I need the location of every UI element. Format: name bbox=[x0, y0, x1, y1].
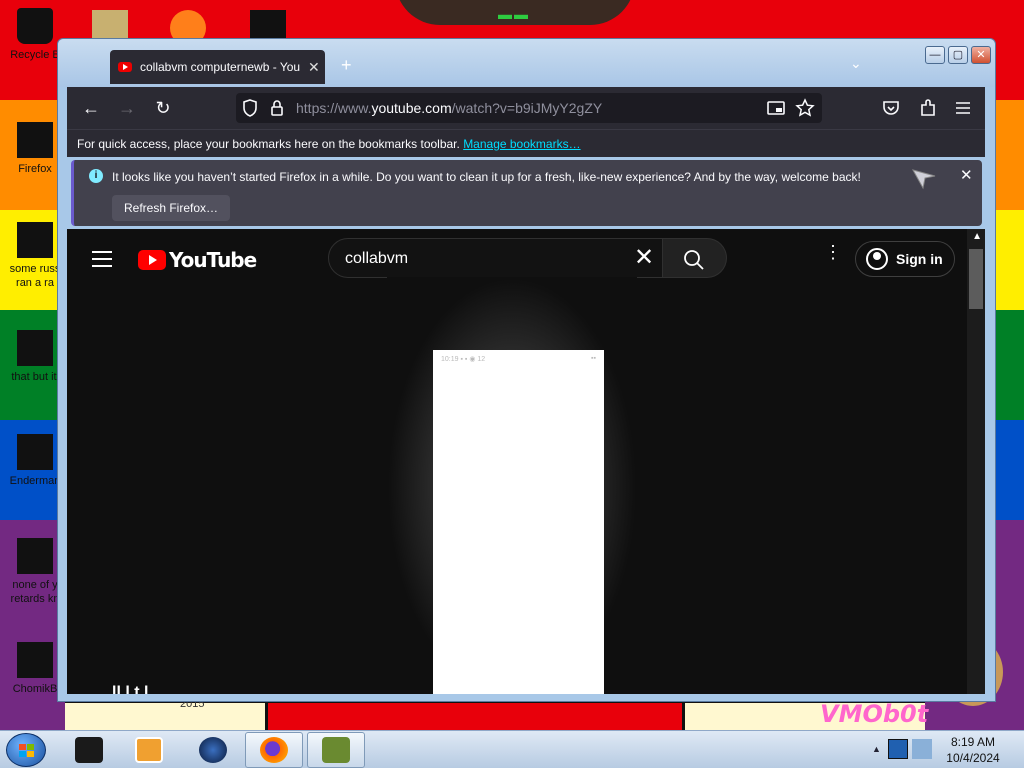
taskbar: ▲ 8:19 AM 10/4/2024 bbox=[0, 730, 1024, 768]
firefox-icon bbox=[260, 737, 288, 763]
start-button[interactable] bbox=[6, 733, 46, 767]
tab-list-button[interactable]: ⌄ bbox=[850, 55, 862, 72]
picture-in-picture-icon[interactable] bbox=[765, 97, 787, 119]
sign-in-button[interactable]: Sign in bbox=[855, 241, 955, 277]
video-frame-status: 10:19 ▪ ▪ ◉ 12 bbox=[441, 356, 486, 363]
pocket-icon[interactable] bbox=[880, 97, 902, 119]
manage-bookmarks-link[interactable]: Manage bookmarks… bbox=[463, 137, 580, 151]
extensions-icon[interactable] bbox=[917, 97, 939, 119]
windows-logo-icon bbox=[19, 744, 35, 758]
youtube-logo-text: YouTube bbox=[169, 248, 257, 272]
search-icon bbox=[684, 250, 704, 270]
page-content: YouTube collabvm ✕ ⋮ Sign in 10:19 ▪ ▪ ◉… bbox=[67, 229, 985, 694]
maximize-button[interactable]: ▢ bbox=[948, 46, 968, 64]
clock-time: 8:19 AM bbox=[950, 735, 996, 749]
clear-search-icon[interactable]: ✕ bbox=[630, 245, 658, 271]
url-bar[interactable]: https://www.youtube.com/watch?v=b9iJMyY2… bbox=[236, 93, 822, 123]
taskbar-terminal[interactable] bbox=[60, 732, 118, 768]
forward-button[interactable]: → bbox=[113, 95, 141, 121]
terminal-icon bbox=[75, 737, 103, 763]
shield-icon[interactable] bbox=[239, 97, 261, 119]
lock-icon[interactable] bbox=[266, 97, 288, 119]
minimize-button[interactable]: — bbox=[925, 46, 945, 64]
url-text: https://www.youtube.com/watch?v=b9iJMyY2… bbox=[296, 100, 603, 116]
hamburger-menu-icon[interactable] bbox=[92, 251, 112, 272]
clock-date: 10/4/2024 bbox=[946, 751, 1000, 765]
search-input[interactable]: collabvm ✕ bbox=[328, 238, 663, 278]
tab-title: collabvm computernewb - You bbox=[140, 60, 300, 74]
search-input-value: collabvm bbox=[345, 250, 409, 267]
browser-globe-icon bbox=[199, 737, 227, 763]
taskbar-browser[interactable] bbox=[184, 732, 242, 768]
sign-in-label: Sign in bbox=[896, 251, 943, 267]
bookmarks-hint-text: For quick access, place your bookmarks h… bbox=[77, 137, 464, 151]
video-player[interactable]: 10:19 ▪ ▪ ◉ 12 ▪▪ bbox=[433, 350, 604, 694]
chomikbox-icon bbox=[322, 737, 350, 763]
youtube-logo[interactable]: YouTube bbox=[138, 248, 257, 272]
video-title: ll l t l bbox=[112, 684, 149, 694]
program-icon bbox=[17, 434, 53, 470]
youtube-favicon-icon bbox=[118, 62, 132, 72]
info-icon: i bbox=[89, 169, 103, 183]
wallpaper-logo: VMOb0t bbox=[820, 700, 929, 728]
youtube-play-icon bbox=[138, 250, 166, 270]
volume-icon[interactable] bbox=[912, 739, 932, 759]
video-frame-status-right: ▪▪ bbox=[591, 355, 596, 362]
media-player-icon bbox=[135, 737, 163, 763]
tab-close-icon[interactable]: ✕ bbox=[308, 59, 320, 76]
window-titlebar[interactable]: collabvm computernewb - You ✕ + ⌄ — ▢ ✕ bbox=[58, 39, 995, 87]
more-options-icon[interactable]: ⋮ bbox=[824, 243, 842, 261]
notification-message: It looks like you haven’t started Firefo… bbox=[112, 170, 861, 184]
scroll-up-icon[interactable]: ▲ bbox=[972, 231, 982, 242]
new-tab-button[interactable]: + bbox=[341, 55, 352, 76]
send-arrow-icon bbox=[911, 169, 936, 190]
bookmark-star-icon[interactable] bbox=[794, 97, 816, 119]
page-scrollbar[interactable]: ▲ bbox=[967, 229, 985, 694]
recycle-bin-icon bbox=[17, 8, 53, 44]
taskbar-chomikbox[interactable] bbox=[307, 732, 365, 768]
reload-button[interactable]: ↻ bbox=[149, 95, 177, 121]
firefox-window: collabvm computernewb - You ✕ + ⌄ — ▢ ✕ … bbox=[57, 38, 996, 702]
tab-youtube[interactable]: collabvm computernewb - You ✕ bbox=[110, 50, 325, 84]
back-button[interactable]: ← bbox=[77, 95, 105, 121]
scrollbar-thumb[interactable] bbox=[969, 249, 983, 309]
refresh-firefox-button[interactable]: Refresh Firefox… bbox=[112, 195, 231, 221]
file-icon bbox=[17, 222, 53, 258]
menu-icon[interactable] bbox=[952, 97, 974, 119]
firefox-icon bbox=[17, 122, 53, 158]
file-icon bbox=[17, 538, 53, 574]
bookmarks-toolbar: For quick access, place your bookmarks h… bbox=[67, 129, 985, 157]
notification-close-button[interactable]: ✕ bbox=[960, 166, 973, 184]
refresh-firefox-notification: i It looks like you haven’t started Fire… bbox=[71, 160, 982, 226]
taskbar-media-player[interactable] bbox=[120, 732, 178, 768]
system-tray: ▲ 8:19 AM 10/4/2024 bbox=[862, 731, 1024, 768]
navigation-toolbar: ← → ↻ https://www.youtube.com/watch?v=b9… bbox=[67, 87, 985, 129]
close-window-button[interactable]: ✕ bbox=[971, 46, 991, 64]
wallpaper-dots: ▬▬ bbox=[498, 6, 530, 22]
network-icon[interactable] bbox=[888, 739, 908, 759]
file-icon bbox=[17, 330, 53, 366]
show-hidden-icons-icon[interactable]: ▲ bbox=[872, 744, 881, 754]
search-button[interactable] bbox=[663, 238, 727, 278]
chomikbox-icon bbox=[17, 642, 53, 678]
clock[interactable]: 8:19 AM 10/4/2024 bbox=[938, 734, 1008, 766]
taskbar-firefox[interactable] bbox=[245, 732, 303, 768]
account-icon bbox=[866, 248, 888, 270]
